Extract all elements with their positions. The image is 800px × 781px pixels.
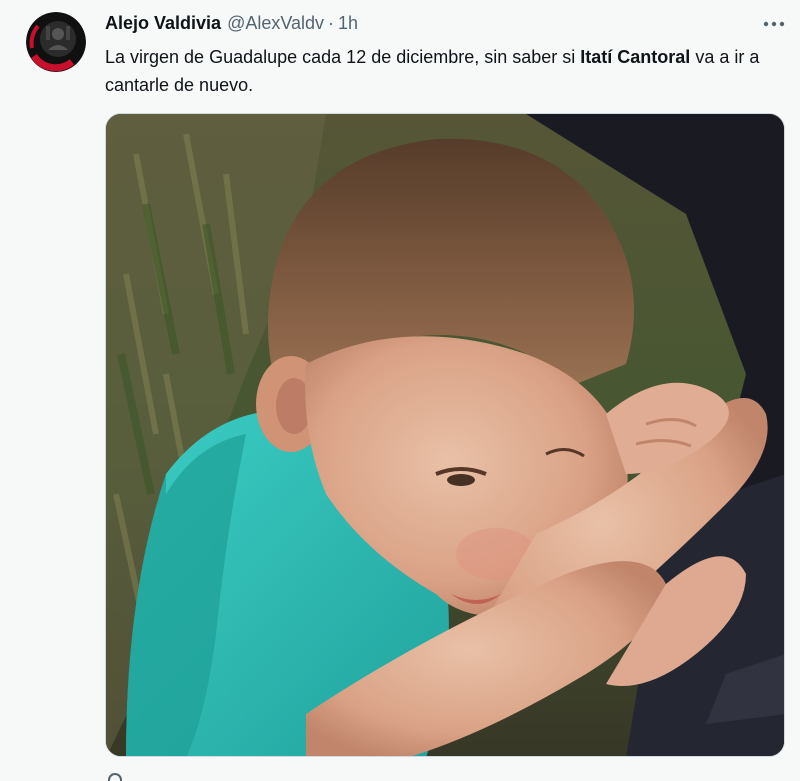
photo-illustration [106,114,784,756]
author-avatar[interactable] [26,12,86,72]
tweet-card[interactable]: Alejo Valdivia @AlexValdv · 1h La virgen… [0,0,800,781]
author-handle[interactable]: @AlexValdv [227,13,324,34]
author-name[interactable]: Alejo Valdivia [105,13,221,34]
tweet-text-bold-mention: Itatí Cantoral [580,47,691,67]
reply-icon[interactable] [108,773,122,781]
tweet-text-part1: La virgen de Guadalupe cada 12 de diciem… [105,47,581,67]
more-options-icon[interactable] [760,12,788,36]
tweet-header: Alejo Valdivia @AlexValdv · 1h [105,11,358,35]
tweet-timestamp[interactable]: 1h [338,13,358,34]
tweet-text: La virgen de Guadalupe cada 12 de diciem… [105,43,785,99]
header-separator: · [328,12,335,33]
tweet-photo[interactable] [105,113,785,757]
